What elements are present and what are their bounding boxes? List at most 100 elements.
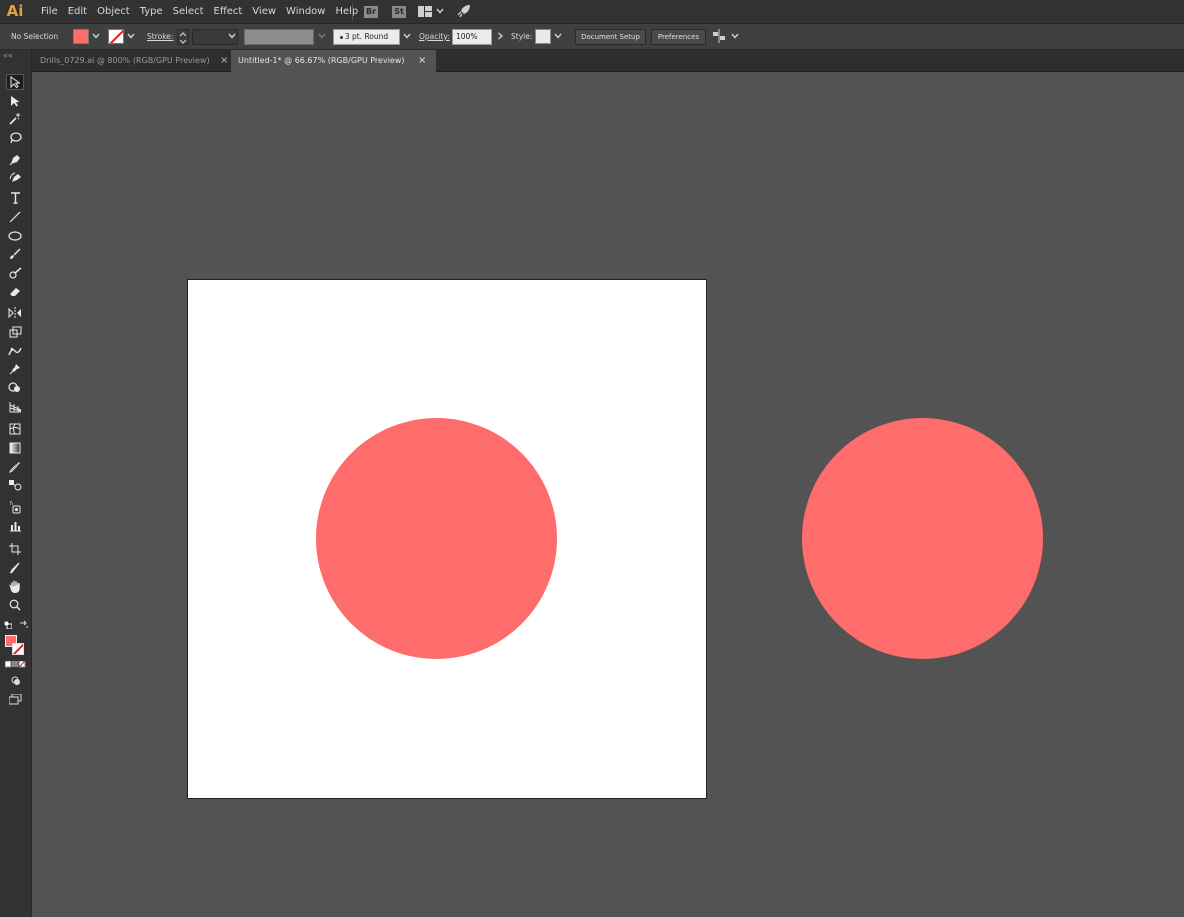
magic-wand-tool[interactable]: [6, 111, 24, 127]
chevron-down-icon[interactable]: [554, 32, 562, 40]
align-icon[interactable]: [712, 29, 726, 43]
shape-builder-tool[interactable]: [6, 380, 24, 396]
shaper-icon: [8, 267, 21, 279]
stroke-color-swatch[interactable]: [108, 29, 124, 44]
variable-width-profile[interactable]: [244, 29, 314, 45]
stroke-color-box[interactable]: [12, 643, 24, 655]
swap-fill-stroke-icon[interactable]: [19, 620, 28, 629]
brush-definition-dropdown[interactable]: 3 pt. Round: [333, 29, 400, 45]
ellipse-tool[interactable]: [6, 228, 24, 244]
document-setup-button[interactable]: Document Setup: [575, 29, 646, 45]
stock-button[interactable]: St: [392, 6, 406, 18]
curvature-pen-icon: [9, 172, 21, 182]
pen-tool[interactable]: [6, 152, 24, 168]
eraser-tool[interactable]: [6, 283, 24, 299]
tab-drills[interactable]: Drills_0729.ai @ 800% (RGB/GPU Preview): [32, 50, 236, 72]
bridge-button[interactable]: Br: [364, 6, 378, 18]
chevron-down-icon[interactable]: [318, 32, 326, 40]
menu-file[interactable]: File: [36, 0, 63, 24]
stroke-weight-stepper[interactable]: [177, 29, 189, 45]
tab-label: Drills_0729.ai @ 800% (RGB/GPU Preview): [40, 56, 210, 65]
magic-wand-icon: [9, 113, 20, 125]
chevron-down-icon[interactable]: [92, 32, 100, 40]
graphic-style-swatch[interactable]: [535, 29, 551, 44]
menu-help[interactable]: Help: [330, 0, 363, 24]
paintbrush-tool[interactable]: [6, 246, 24, 262]
document-tab-bar: Drills_0729.ai @ 800% (RGB/GPU Preview) …: [32, 50, 1184, 72]
ellipse-shape-on-artboard[interactable]: [316, 418, 557, 659]
pin-icon: [9, 364, 20, 375]
line-segment-icon: [9, 211, 21, 223]
type-tool[interactable]: [6, 190, 24, 206]
chevron-down-icon[interactable]: [403, 32, 411, 40]
menu-object[interactable]: Object: [92, 0, 135, 24]
symbol-sprayer-tool[interactable]: [6, 499, 24, 515]
slice-icon: [9, 562, 20, 574]
chevron-down-icon[interactable]: [228, 32, 236, 40]
chevron-down-icon[interactable]: [436, 7, 444, 15]
menu-window[interactable]: Window: [281, 0, 330, 24]
eyedropper-tool[interactable]: [6, 459, 24, 475]
arrange-documents-icon[interactable]: [418, 6, 432, 17]
artboard-icon: [9, 543, 21, 555]
menu-select[interactable]: Select: [168, 0, 209, 24]
default-fill-stroke-icon[interactable]: [4, 621, 12, 629]
ellipse-shape-on-pasteboard[interactable]: [802, 418, 1043, 659]
menu-effect[interactable]: Effect: [209, 0, 248, 24]
tab-untitled[interactable]: Untitled-1* @ 66.67% (RGB/GPU Preview): [231, 50, 436, 72]
perspective-grid-tool[interactable]: [6, 399, 24, 415]
rocket-icon[interactable]: [457, 4, 471, 18]
app-logo: Ai: [6, 2, 24, 20]
scale-tool[interactable]: [6, 324, 24, 340]
selection-status: No Selection: [11, 32, 59, 41]
menu-edit[interactable]: Edit: [63, 0, 92, 24]
collapse-panel-icon[interactable]: ««: [3, 52, 13, 60]
column-graph-tool[interactable]: [6, 518, 24, 534]
hand-tool[interactable]: [6, 578, 24, 594]
opacity-input[interactable]: 100%: [452, 29, 492, 45]
direct-selection-tool[interactable]: [6, 93, 24, 109]
paintbrush-icon: [10, 248, 21, 259]
reflect-tool[interactable]: [6, 305, 24, 321]
selection-arrow-icon: [10, 76, 20, 88]
zoom-icon: [9, 599, 21, 611]
mesh-tool[interactable]: [6, 421, 24, 437]
ellipse-icon: [8, 231, 22, 241]
preferences-button[interactable]: Preferences: [651, 29, 706, 45]
perspective-grid-icon: [9, 402, 21, 413]
shape-builder-icon: [8, 382, 20, 392]
menu-type[interactable]: Type: [135, 0, 168, 24]
lasso-tool[interactable]: [6, 130, 24, 146]
zoom-tool[interactable]: [6, 597, 24, 613]
blend-tool[interactable]: [6, 477, 24, 493]
color-mode-buttons[interactable]: [5, 661, 27, 669]
chevron-down-icon[interactable]: [127, 32, 135, 40]
chevron-down-icon[interactable]: [731, 32, 739, 40]
menu-divider: [352, 4, 353, 20]
gradient-tool[interactable]: [6, 440, 24, 456]
chevron-right-icon[interactable]: [496, 32, 504, 40]
puppet-warp-tool[interactable]: [6, 343, 24, 359]
fill-color-swatch[interactable]: [73, 29, 89, 44]
pin-tool[interactable]: [6, 361, 24, 377]
puppet-warp-icon: [8, 347, 22, 356]
drawing-mode-icon[interactable]: [11, 676, 21, 686]
screen-mode-icon[interactable]: [9, 694, 22, 705]
shaper-tool[interactable]: [6, 265, 24, 281]
menu-items: File Edit Object Type Select Effect View…: [36, 0, 363, 24]
opacity-label[interactable]: Opacity:: [419, 24, 450, 50]
close-icon[interactable]: ×: [220, 50, 228, 72]
menu-view[interactable]: View: [247, 0, 281, 24]
column-graph-icon: [9, 522, 21, 532]
selection-tool[interactable]: [6, 74, 24, 90]
line-segment-tool[interactable]: [6, 209, 24, 225]
type-icon: [10, 192, 20, 204]
stroke-label[interactable]: Stroke:: [147, 24, 173, 50]
curvature-tool[interactable]: [6, 170, 24, 186]
close-icon[interactable]: ×: [418, 50, 426, 72]
slice-tool[interactable]: [6, 560, 24, 576]
pen-icon: [9, 155, 20, 166]
scale-icon: [9, 326, 21, 338]
artboard-tool[interactable]: [6, 541, 24, 557]
tools-panel: ««: [0, 50, 32, 917]
